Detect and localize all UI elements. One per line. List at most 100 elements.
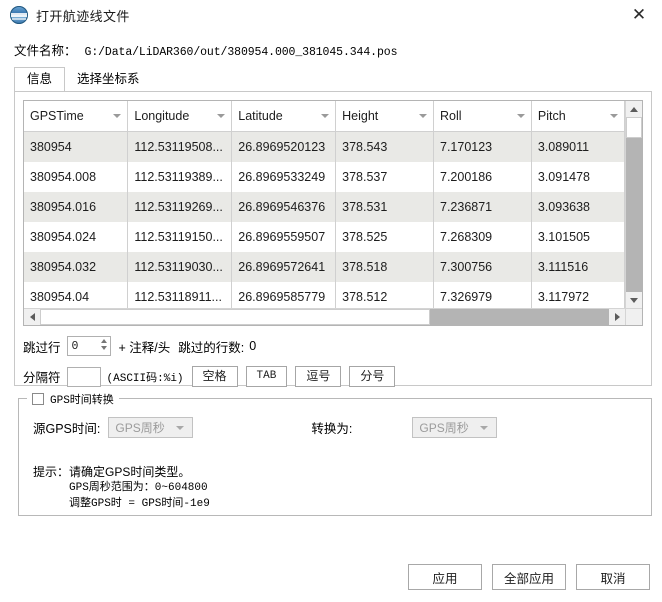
cancel-button[interactable]: 取消 <box>576 564 650 590</box>
tab-coordinate-system[interactable]: 选择坐标系 <box>64 67 153 91</box>
cell-longitude: 112.53119269... <box>127 192 233 222</box>
table-row[interactable]: 380954 112.53119508... 26.8969520123 378… <box>24 131 625 162</box>
chevron-down-icon[interactable] <box>113 114 122 118</box>
cell-height: 378.537 <box>335 162 434 192</box>
filename-row: 文件名称： G:/Data/LiDAR360/out/380954.000_38… <box>0 30 662 67</box>
cell-roll: 7.170123 <box>433 131 532 162</box>
cell-pitch: 3.101505 <box>531 222 625 252</box>
separator-tab-button[interactable]: TAB <box>245 366 288 387</box>
column-header-label: Longitude <box>134 108 190 123</box>
triangle-up-icon <box>630 106 638 112</box>
cell-height: 378.518 <box>335 252 434 282</box>
scroll-up-button[interactable] <box>626 101 642 117</box>
gps-hint-line-3: 调整GPS时 = GPS时间-1e9 <box>69 498 210 510</box>
source-gps-time-select[interactable]: GPS周秒 <box>108 417 194 438</box>
tab-info[interactable]: 信息 <box>14 67 66 91</box>
table-horizontal-scrollbar[interactable] <box>24 308 642 325</box>
skipped-count-label: 跳过的行数: <box>178 340 245 355</box>
vertical-scroll-track[interactable] <box>626 117 642 292</box>
gps-hint-line-2: GPS周秒范围为：0~604800 <box>69 482 208 494</box>
gps-selectors-row: 源GPS时间: GPS周秒 转换为: GPS周秒 <box>33 417 637 438</box>
horizontal-scroll-thumb[interactable] <box>40 309 430 325</box>
column-header-label: Pitch <box>537 108 566 123</box>
separator-semicolon-button[interactable]: 分号 <box>349 366 396 387</box>
source-gps-time-value: GPS周秒 <box>115 421 165 435</box>
ascii-note: (ASCII码:%i) <box>106 372 184 385</box>
skip-lines-input[interactable] <box>67 339 100 353</box>
column-header-gpstime[interactable]: GPSTime <box>24 101 129 132</box>
column-header-label: Roll <box>440 108 462 123</box>
cell-pitch: 3.089011 <box>531 131 625 162</box>
chevron-down-icon[interactable] <box>321 114 330 118</box>
cell-gpstime: 380954.032 <box>24 252 129 282</box>
target-gps-time-select[interactable]: GPS周秒 <box>412 417 498 438</box>
cell-latitude: 26.8969572641 <box>231 252 337 282</box>
stepper-buttons[interactable] <box>100 339 107 350</box>
cell-gpstime: 380954.016 <box>24 192 129 222</box>
cell-pitch: 3.091478 <box>531 162 625 192</box>
separator-comma-button[interactable]: 逗号 <box>295 366 342 387</box>
gps-time-conversion-checkbox[interactable] <box>32 393 44 405</box>
separator-input[interactable] <box>66 366 101 387</box>
chevron-down-icon[interactable] <box>480 425 489 430</box>
table-vertical-scrollbar[interactable] <box>625 101 642 308</box>
skipped-count-value: 0 <box>249 339 257 353</box>
filename-label: 文件名称： <box>14 44 77 58</box>
cell-latitude: 26.8969559507 <box>231 222 337 252</box>
window-title: 打开航迹线文件 <box>36 8 130 24</box>
separator-space-button[interactable]: 空格 <box>191 366 238 387</box>
cell-height: 378.531 <box>335 192 434 222</box>
triangle-right-icon <box>614 313 620 321</box>
scroll-right-button[interactable] <box>609 309 625 325</box>
cell-pitch: 3.117972 <box>531 282 625 308</box>
lidar360-logo-icon <box>10 6 28 24</box>
separator-row: 分隔符 (ASCII码:%i) 空格 TAB 逗号 分号 <box>23 366 643 387</box>
scroll-down-button[interactable] <box>626 292 642 308</box>
cell-longitude: 112.53118911... <box>127 282 233 308</box>
chevron-down-icon[interactable] <box>419 114 427 118</box>
cell-latitude: 26.8969533249 <box>231 162 337 192</box>
chevron-down-icon[interactable] <box>516 114 525 118</box>
skip-lines-stepper[interactable] <box>66 336 111 356</box>
cell-longitude: 112.53119508... <box>127 131 233 162</box>
scroll-left-button[interactable] <box>24 309 40 325</box>
table-row[interactable]: 380954.024 112.53119150... 26.8969559507… <box>24 222 625 252</box>
table-row[interactable]: 380954.016 112.53119269... 26.8969546376… <box>24 192 625 222</box>
cell-height: 378.525 <box>335 222 434 252</box>
comment-header-note: + 注释/头 <box>118 340 171 355</box>
scrollbar-corner <box>625 309 642 325</box>
chevron-down-icon[interactable] <box>217 114 226 118</box>
table-header-row: GPSTime Longitude Latitude Height Roll P… <box>24 101 625 132</box>
target-gps-time-label: 转换为: <box>311 422 353 436</box>
cell-pitch: 3.111516 <box>531 252 625 282</box>
column-header-roll[interactable]: Roll <box>433 101 532 132</box>
column-header-latitude[interactable]: Latitude <box>231 101 337 132</box>
apply-all-button[interactable]: 全部应用 <box>492 564 566 590</box>
cell-longitude: 112.53119389... <box>127 162 233 192</box>
separator-label: 分隔符 <box>23 371 61 385</box>
column-header-longitude[interactable]: Longitude <box>127 101 233 132</box>
cell-pitch: 3.093638 <box>531 192 625 222</box>
stepper-up-icon[interactable] <box>100 339 107 343</box>
column-header-pitch[interactable]: Pitch <box>531 101 625 132</box>
table-row[interactable]: 380954.032 112.53119030... 26.8969572641… <box>24 252 625 282</box>
cell-height: 378.512 <box>335 282 434 308</box>
horizontal-scroll-track[interactable] <box>40 309 609 325</box>
dialog-buttons: 应用 全部应用 取消 <box>408 564 650 590</box>
table-row[interactable]: 380954.04 112.53118911... 26.8969585779 … <box>24 282 625 308</box>
table-row[interactable]: 380954.008 112.53119389... 26.8969533249… <box>24 162 625 192</box>
title-bar: 打开航迹线文件 ✕ <box>0 0 662 30</box>
target-gps-time-value: GPS周秒 <box>419 421 469 435</box>
chevron-down-icon[interactable] <box>610 114 618 118</box>
vertical-scroll-thumb[interactable] <box>626 117 642 138</box>
source-gps-time-label: 源GPS时间: <box>33 422 101 436</box>
chevron-down-icon[interactable] <box>176 425 185 430</box>
cell-gpstime: 380954.008 <box>24 162 129 192</box>
column-header-height[interactable]: Height <box>335 101 434 132</box>
close-icon[interactable]: ✕ <box>616 0 662 30</box>
cell-roll: 7.268309 <box>433 222 532 252</box>
gps-time-conversion-group: GPS时间转换 源GPS时间: GPS周秒 转换为: GPS周秒 提示：请确定G… <box>18 391 652 516</box>
apply-button[interactable]: 应用 <box>408 564 482 590</box>
gps-group-title: GPS时间转换 <box>27 391 119 407</box>
stepper-down-icon[interactable] <box>100 346 107 350</box>
